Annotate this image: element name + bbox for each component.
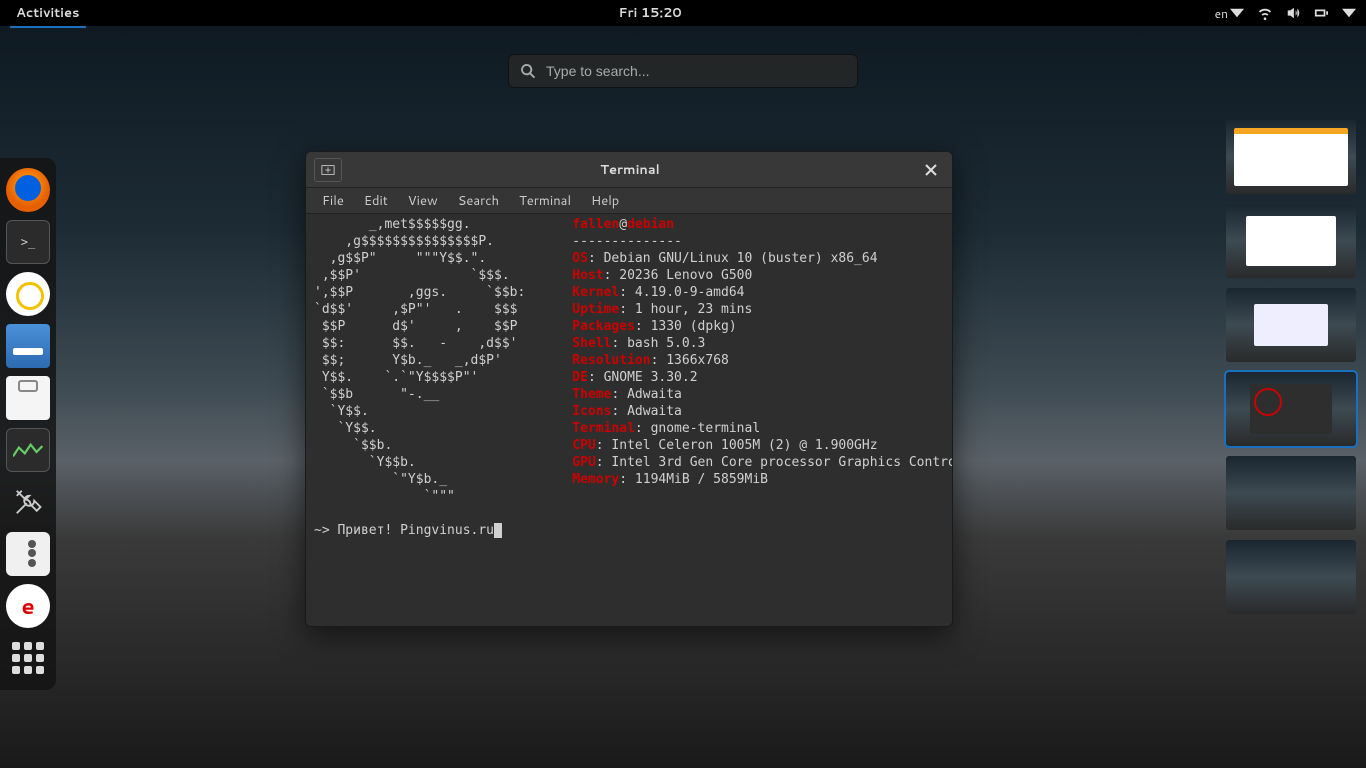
window-title: Terminal — [600, 161, 660, 179]
activities-button[interactable]: Activities — [10, 1, 86, 25]
terminal-window: Terminal File Edit View Search Terminal … — [305, 151, 953, 627]
dash-settings-tools[interactable] — [6, 480, 50, 524]
dash-show-applications[interactable] — [6, 636, 50, 680]
dash-clipboard[interactable] — [6, 376, 50, 420]
menubar: File Edit View Search Terminal Help — [306, 188, 952, 214]
menu-help[interactable]: Help — [583, 190, 627, 212]
titlebar[interactable]: Terminal — [306, 152, 952, 188]
keyboard-layout-indicator[interactable]: en — [1215, 5, 1244, 22]
menu-terminal[interactable]: Terminal — [511, 190, 579, 212]
top-panel: Activities Fri 15:20 en — [0, 0, 1366, 26]
network-icon[interactable] — [1258, 6, 1272, 20]
battery-icon[interactable] — [1314, 6, 1328, 20]
workspace-1[interactable] — [1226, 120, 1356, 194]
clock[interactable]: Fri 15:20 — [619, 4, 682, 22]
dash-firefox[interactable] — [6, 168, 50, 212]
dash-tweaks[interactable] — [6, 532, 50, 576]
volume-icon[interactable] — [1286, 6, 1300, 20]
workspace-switcher — [1216, 110, 1366, 624]
new-tab-button[interactable] — [314, 158, 342, 182]
menu-search[interactable]: Search — [450, 190, 507, 212]
dash: e — [0, 158, 56, 690]
search-input[interactable] — [546, 63, 845, 79]
dash-disks[interactable] — [6, 272, 50, 316]
search-icon — [521, 64, 536, 79]
menu-view[interactable]: View — [400, 190, 446, 212]
dash-files[interactable] — [6, 324, 50, 368]
workspace-4[interactable] — [1226, 372, 1356, 446]
close-button[interactable] — [918, 157, 944, 183]
dash-document-reader[interactable]: e — [6, 584, 50, 628]
menu-file[interactable]: File — [314, 190, 352, 212]
workspace-5[interactable] — [1226, 456, 1356, 530]
workspace-2[interactable] — [1226, 204, 1356, 278]
dash-terminal[interactable] — [6, 220, 50, 264]
workspace-6[interactable] — [1226, 540, 1356, 614]
terminal-output[interactable]: _,met$$$$$gg. fallen@debian ,g$$$$$$$$$$… — [306, 214, 952, 626]
workspace-3[interactable] — [1226, 288, 1356, 362]
menu-edit[interactable]: Edit — [356, 190, 396, 212]
system-menu-arrow-icon[interactable] — [1342, 6, 1356, 20]
dash-system-monitor[interactable] — [6, 428, 50, 472]
overview-search[interactable] — [508, 54, 858, 88]
